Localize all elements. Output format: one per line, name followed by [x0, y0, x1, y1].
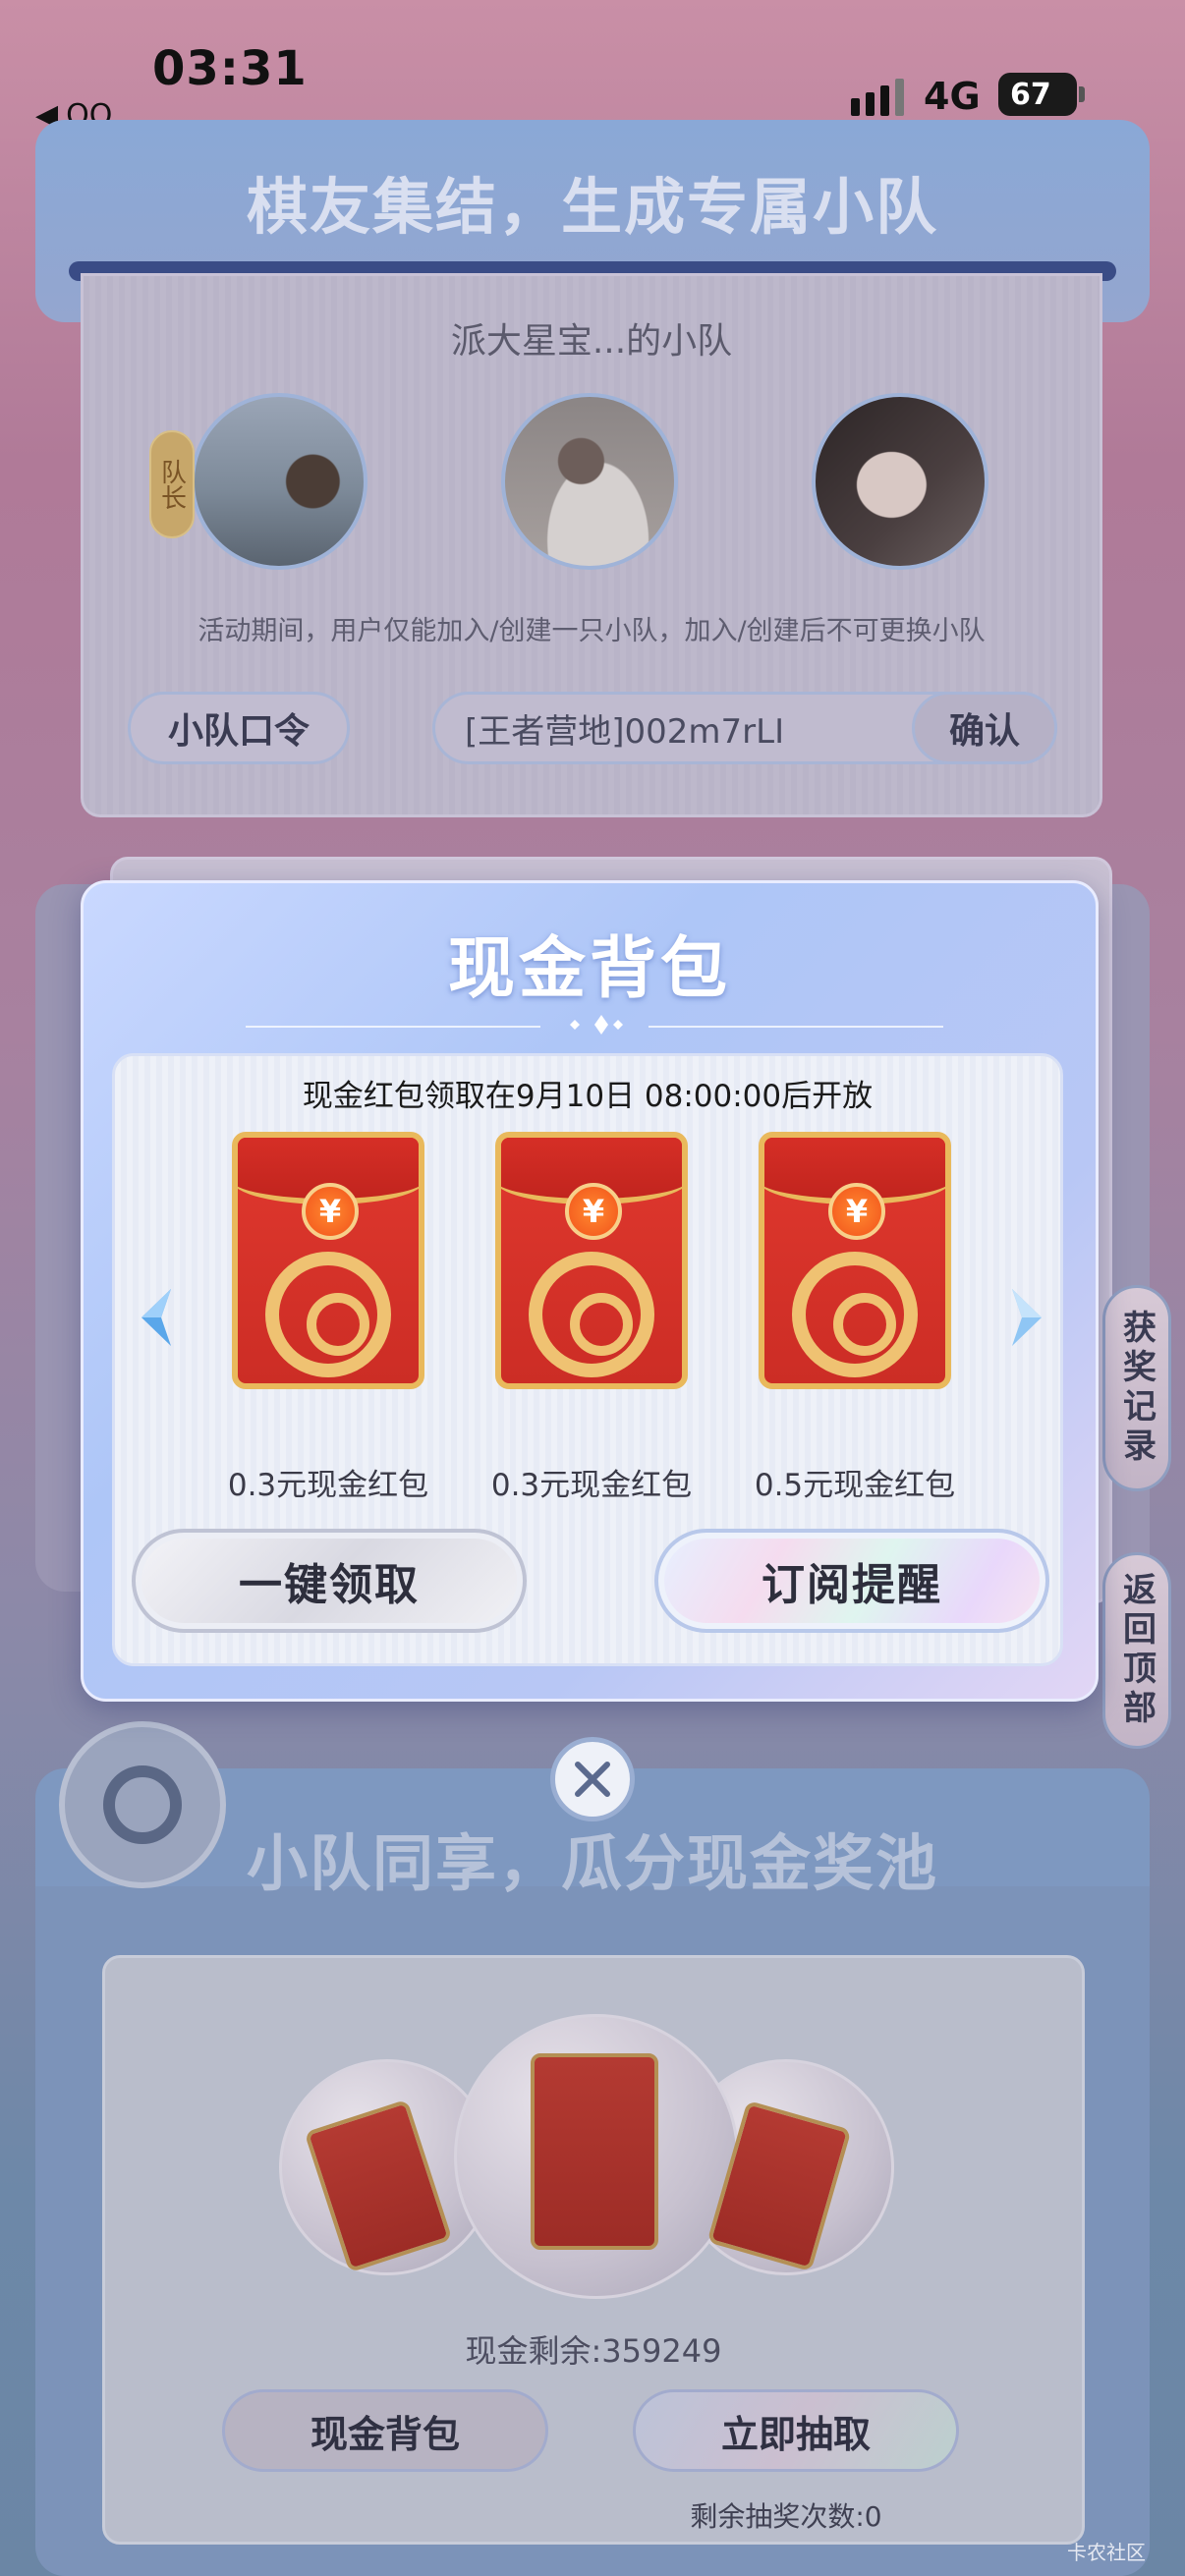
open-time-notice: 现金红包领取在9月10日 08:00:00后开放 [302, 1079, 874, 1114]
subscribe-reminder-button[interactable]: 订阅提醒 [654, 1529, 1049, 1633]
close-popup-button[interactable] [550, 1737, 635, 1821]
status-time: 03:31 [152, 41, 308, 96]
avatar-member-2[interactable] [501, 393, 678, 570]
red-envelope-card[interactable]: ¥ [495, 1132, 688, 1389]
claim-all-button[interactable]: 一键领取 [132, 1529, 527, 1633]
team-card-title: 棋友集结，生成专属小队 [246, 171, 938, 243]
draws-remaining: 剩余抽奖次数:0 [690, 2500, 882, 2533]
yuan-coin-icon: ¥ [828, 1183, 885, 1240]
yuan-coin-icon: ¥ [565, 1183, 622, 1240]
popup-title: 现金背包 [447, 930, 731, 1008]
team-code-button[interactable]: 小队口令 [128, 692, 350, 764]
avatar-member-3[interactable] [812, 393, 988, 570]
carousel-next-icon[interactable] [1002, 1283, 1051, 1352]
envelope-label: 0.3元现金红包 [490, 1468, 693, 1503]
cash-bag-button[interactable]: 现金背包 [222, 2389, 548, 2472]
signal-icon [851, 79, 904, 116]
close-icon [575, 1762, 610, 1797]
red-envelope-card[interactable]: ¥ [232, 1132, 424, 1389]
team-name: 派大星宝...的小队 [450, 321, 733, 362]
carousel-prev-icon[interactable] [132, 1283, 181, 1352]
watermark: 卡农社区 [1067, 2541, 1146, 2564]
envelope-logo-icon [529, 1252, 654, 1377]
award-record-button[interactable]: 获奖记录 [1102, 1285, 1171, 1491]
envelope-logo-icon [265, 1252, 391, 1377]
team-rule-text: 活动期间，用户仅能加入/创建一只小队，加入/创建后不可更换小队 [198, 616, 986, 646]
red-envelope-card[interactable]: ¥ [759, 1132, 951, 1389]
title-divider-left [246, 1026, 540, 1028]
envelope-label: 0.3元现金红包 [227, 1468, 429, 1503]
yuan-coin-icon: ¥ [302, 1183, 359, 1240]
draw-now-button[interactable]: 立即抽取 [633, 2389, 959, 2472]
pool-card-title: 小队同享，瓜分现金奖池 [246, 1827, 938, 1899]
cash-remaining: 现金剩余:359249 [465, 2332, 722, 2370]
red-envelope-icon [531, 2053, 658, 2250]
title-divider-right [649, 1026, 943, 1028]
envelope-logo-icon [792, 1252, 918, 1377]
avatar-captain[interactable] [191, 393, 367, 570]
battery-indicator: 67 [998, 73, 1085, 116]
back-to-top-button[interactable]: 返回顶部 [1102, 1552, 1171, 1749]
network-type: 4G [924, 75, 981, 118]
sparkle-icon [570, 1015, 623, 1035]
team-code-confirm-button[interactable]: 确认 [912, 692, 1057, 764]
captain-badge: 队长 [149, 430, 195, 538]
envelope-label: 0.5元现金红包 [754, 1468, 956, 1503]
